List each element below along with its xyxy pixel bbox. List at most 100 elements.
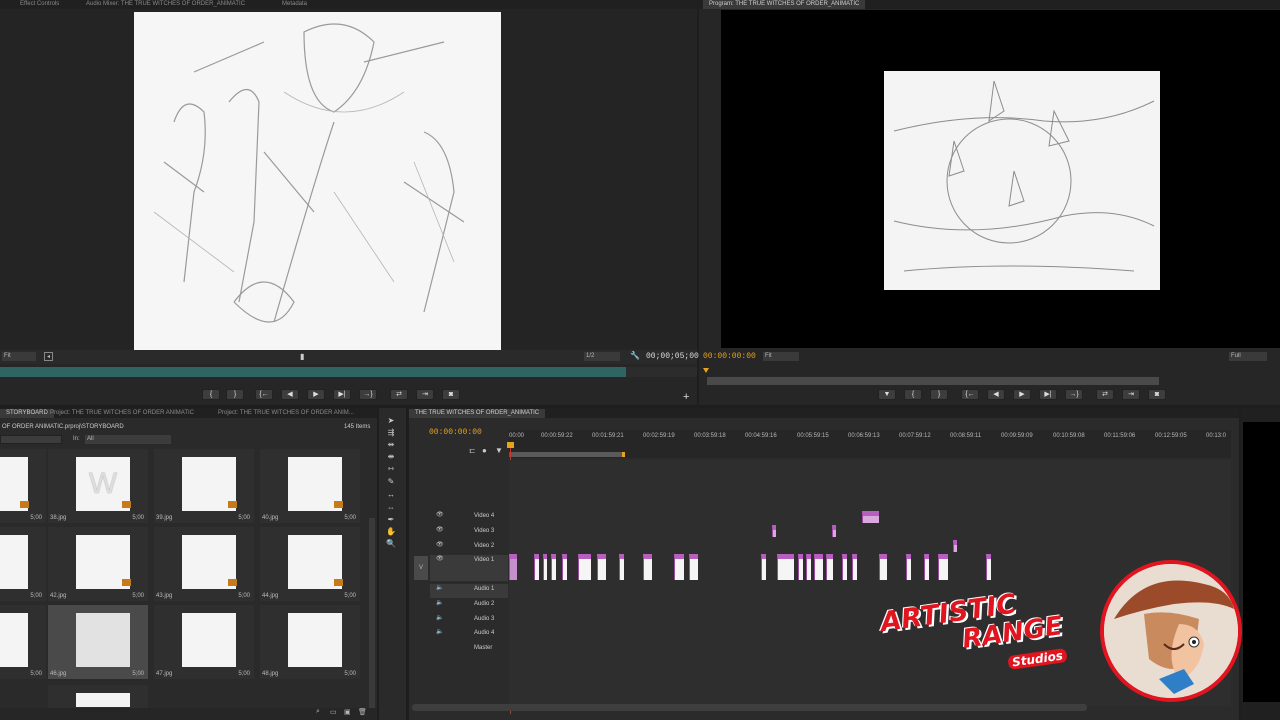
step-back-button[interactable]: ◀ — [281, 389, 299, 400]
thumb-row4[interactable] — [48, 685, 148, 709]
lift-button[interactable]: ⇄ — [1096, 389, 1114, 400]
program-marker-button[interactable]: ▼ — [878, 389, 896, 400]
clip-v2[interactable] — [953, 540, 957, 552]
zoom-tool-icon[interactable]: 🔍 — [385, 539, 397, 549]
clip-v1-first[interactable] — [509, 554, 517, 580]
eye-icon[interactable]: 👁 — [436, 541, 444, 548]
clip-v1[interactable] — [842, 554, 847, 580]
track-video-4[interactable]: 👁 Video 4 — [430, 511, 508, 525]
program-scrub-bar[interactable] — [707, 377, 1159, 385]
thumb-45[interactable]: 5;00 — [0, 605, 46, 679]
razor-tool-icon[interactable]: ✎ — [385, 477, 397, 487]
new-bin-icon[interactable]: ▭ — [330, 708, 337, 716]
export-frame-button[interactable]: ◙ — [442, 389, 460, 400]
thumb-41[interactable]: 5;00 — [0, 527, 46, 601]
link-icon[interactable]: ▼ — [495, 446, 503, 455]
clip-v1[interactable] — [534, 554, 539, 580]
program-goto-in-button[interactable]: {← — [961, 389, 979, 400]
program-export-frame-button[interactable]: ◙ — [1148, 389, 1166, 400]
thumb-42[interactable]: 42.jpg 5;00 — [48, 527, 148, 601]
clip-v1[interactable] — [938, 554, 948, 580]
insert-button[interactable]: ⇄ — [390, 389, 408, 400]
thumb-39[interactable]: 39.jpg 5;00 — [154, 449, 254, 523]
clip-v1[interactable] — [643, 554, 652, 580]
clip-v1[interactable] — [814, 554, 823, 580]
project-scrollbar[interactable] — [369, 518, 375, 708]
program-fit-select[interactable]: Fit — [763, 352, 799, 361]
clip-v1[interactable] — [578, 554, 591, 580]
work-area-bar[interactable] — [509, 452, 625, 457]
tab-metadata[interactable]: Metadata — [276, 0, 313, 9]
track-select-tool-icon[interactable]: ⇶ — [385, 428, 397, 438]
hand-tool-icon[interactable]: ✋ — [385, 527, 397, 537]
speaker-icon[interactable]: 🔈 — [436, 584, 443, 591]
source-marker-icon[interactable]: ◂ — [44, 352, 53, 361]
clip-v1[interactable] — [689, 554, 698, 580]
project-search-input[interactable] — [0, 435, 62, 444]
step-forward-button[interactable]: ▶| — [333, 389, 351, 400]
extract-button[interactable]: ⇥ — [1122, 389, 1140, 400]
program-step-back-button[interactable]: ◀ — [987, 389, 1005, 400]
goto-in-button[interactable]: {← — [255, 389, 273, 400]
clip-v1[interactable] — [879, 554, 887, 580]
track-audio-3[interactable]: 🔈 Audio 3 — [430, 614, 508, 628]
mark-in-button[interactable]: { — [202, 389, 220, 400]
program-playhead-marker[interactable] — [703, 368, 709, 373]
source-fit-select[interactable]: Fit — [2, 352, 36, 361]
new-item-icon[interactable]: ▣ — [344, 708, 351, 716]
eye-icon[interactable]: 👁 — [436, 555, 444, 562]
marker-icon[interactable]: ● — [482, 446, 487, 455]
rate-stretch-tool-icon[interactable]: ⇿ — [385, 464, 397, 474]
clip-v1[interactable] — [986, 554, 991, 580]
thumb-43[interactable]: 43.jpg 5;00 — [154, 527, 254, 601]
speaker-icon[interactable]: 🔈 — [436, 599, 443, 606]
program-play-button[interactable]: ▶ — [1013, 389, 1031, 400]
timeline-hscroll[interactable] — [412, 704, 1087, 711]
pen-tool-icon[interactable]: ✒ — [385, 515, 397, 525]
speaker-icon[interactable]: 🔈 — [436, 628, 443, 635]
source-scrub-bar[interactable] — [0, 367, 626, 377]
clip-v1[interactable] — [777, 554, 794, 580]
clip-v1[interactable] — [924, 554, 929, 580]
clip-v1[interactable] — [806, 554, 811, 580]
source-resolution-select[interactable]: 1/2 — [584, 352, 620, 361]
ripple-edit-tool-icon[interactable]: ⇹ — [385, 440, 397, 450]
track-video-3[interactable]: 👁 Video 3 — [430, 526, 508, 540]
program-step-forward-button[interactable]: ▶| — [1039, 389, 1057, 400]
thumb-40[interactable]: 40.jpg 5;00 — [260, 449, 360, 523]
settings-wrench-icon[interactable]: 🔧 — [630, 351, 640, 360]
program-goto-out-button[interactable]: →} — [1065, 389, 1083, 400]
clip-v4[interactable] — [862, 511, 879, 523]
program-mark-out-button[interactable]: } — [930, 389, 948, 400]
track-video-2[interactable]: 👁 Video 2 — [430, 541, 508, 555]
snap-icon[interactable]: ⊏ — [469, 446, 476, 455]
play-button[interactable]: ▶ — [307, 389, 325, 400]
source-playhead-icon[interactable]: ▮ — [300, 352, 304, 361]
thumb-47[interactable]: 47.jpg 5;00 — [154, 605, 254, 679]
eye-icon[interactable]: 👁 — [436, 511, 444, 518]
in-select[interactable]: All — [85, 435, 171, 444]
track-audio-4[interactable]: 🔈 Audio 4 — [430, 628, 508, 642]
add-button-icon[interactable]: + — [683, 391, 689, 403]
program-mark-in-button[interactable]: { — [904, 389, 922, 400]
clip-v3-b[interactable] — [832, 525, 836, 537]
mark-out-button[interactable]: } — [226, 389, 244, 400]
thumb-37[interactable]: 5;00 — [0, 449, 46, 523]
rolling-edit-tool-icon[interactable]: ⇼ — [385, 452, 397, 462]
tab-effect-controls[interactable]: Effect Controls — [14, 0, 65, 9]
clip-v1[interactable] — [798, 554, 803, 580]
thumb-38[interactable]: W 38.jpg 5;00 — [48, 449, 148, 523]
playhead-marker[interactable] — [507, 442, 514, 448]
overwrite-button[interactable]: ⇥ — [416, 389, 434, 400]
slip-tool-icon[interactable]: ↔ — [385, 490, 397, 500]
track-video-1[interactable]: 👁 Video 1 — [430, 555, 508, 581]
thumb-46[interactable]: 46.jpg 5;00 — [48, 605, 148, 679]
track-audio-1[interactable]: 🔈 Audio 1 — [430, 584, 508, 598]
slide-tool-icon[interactable]: ⇔ — [385, 503, 397, 513]
clip-v1[interactable] — [906, 554, 911, 580]
clip-v1[interactable] — [562, 554, 567, 580]
track-audio-2[interactable]: 🔈 Audio 2 — [430, 599, 508, 613]
track-master[interactable]: Master — [430, 643, 508, 657]
clip-v1[interactable] — [852, 554, 857, 580]
trash-icon[interactable]: 🗑 — [358, 708, 367, 716]
